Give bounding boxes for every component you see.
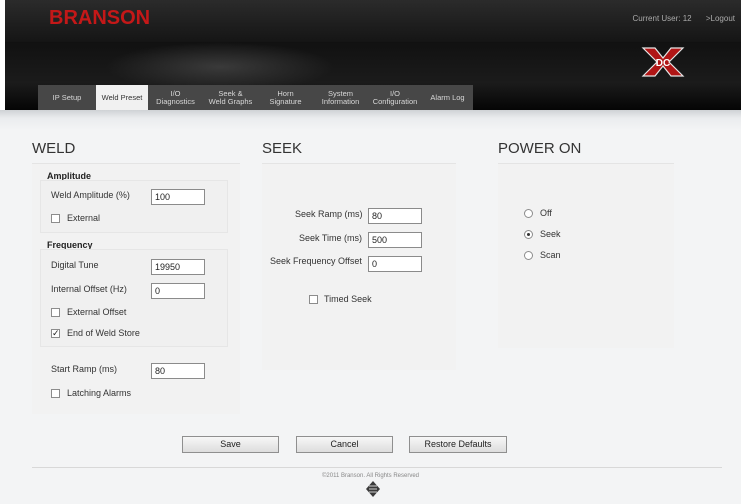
- tab-io-configuration[interactable]: I/O Configuration: [368, 85, 422, 110]
- end-of-weld-store-label: End of Weld Store: [67, 328, 140, 338]
- dc-x-logo-icon: DC: [641, 47, 685, 77]
- power-on-off-label: Off: [540, 208, 552, 218]
- timed-seek-checkbox[interactable]: [309, 295, 318, 304]
- seek-panel: [262, 164, 456, 370]
- digital-tune-input[interactable]: 19950: [151, 259, 205, 275]
- copyright-text: ©2011 Branson. All Rights Reserved: [321, 473, 420, 479]
- weld-amplitude-input[interactable]: 100: [151, 189, 205, 205]
- latching-alarms-label: Latching Alarms: [67, 388, 132, 398]
- external-checkbox[interactable]: [51, 214, 60, 223]
- tab-horn-signature[interactable]: Horn Signature: [258, 85, 313, 110]
- restore-defaults-button[interactable]: Restore Defaults: [409, 436, 507, 453]
- tab-io-diagnostics[interactable]: I/O Diagnostics: [148, 85, 203, 110]
- power-on-off-radio[interactable]: [524, 209, 533, 218]
- start-ramp-label: Start Ramp (ms): [51, 364, 118, 374]
- tab-system-information[interactable]: System Information: [313, 85, 368, 110]
- seek-frequency-offset-input[interactable]: 0: [368, 256, 422, 272]
- seek-frequency-offset-label: Seek Frequency Offset: [270, 256, 362, 266]
- external-label: External: [67, 213, 101, 223]
- current-user-label: Current User: 12: [632, 14, 692, 23]
- seek-title: SEEK: [262, 140, 303, 157]
- internal-offset-label: Internal Offset (Hz): [51, 284, 127, 294]
- logout-link[interactable]: >Logout: [706, 14, 735, 23]
- start-ramp-input[interactable]: 80: [151, 363, 205, 379]
- digital-tune-label: Digital Tune: [51, 260, 99, 270]
- weld-amplitude-label: Weld Amplitude (%): [51, 190, 130, 200]
- power-on-scan-label: Scan: [540, 250, 561, 260]
- power-on-scan-radio[interactable]: [524, 251, 533, 260]
- seek-ramp-label: Seek Ramp (ms): [295, 209, 363, 219]
- external-offset-label: External Offset: [67, 307, 127, 317]
- tab-seek-weld-graphs[interactable]: Seek & Weld Graphs: [203, 85, 258, 110]
- cancel-button[interactable]: Cancel: [296, 436, 393, 453]
- seek-time-input[interactable]: 500: [368, 232, 422, 248]
- amplitude-group: [40, 180, 228, 233]
- footer-divider: [32, 467, 722, 468]
- external-offset-checkbox[interactable]: [51, 308, 60, 317]
- seek-time-label: Seek Time (ms): [299, 233, 363, 243]
- weld-title: WELD: [32, 140, 76, 157]
- tab-alarm-log[interactable]: Alarm Log: [422, 85, 473, 110]
- tab-bar: IP Setup Weld Preset I/O Diagnostics See…: [38, 85, 473, 110]
- header-bar: BRANSON Current User: 12 >Logout: [5, 0, 741, 42]
- tab-ip-setup[interactable]: IP Setup: [38, 85, 96, 110]
- end-of-weld-store-checkbox[interactable]: ✓: [51, 329, 60, 338]
- svg-text:DC: DC: [656, 58, 670, 69]
- emerson-emblem-icon: [366, 481, 380, 497]
- timed-seek-label: Timed Seek: [324, 294, 372, 304]
- internal-offset-input[interactable]: 0: [151, 283, 205, 299]
- power-on-seek-label: Seek: [540, 229, 561, 239]
- tab-weld-preset[interactable]: Weld Preset: [96, 85, 148, 110]
- main-content: WELD Amplitude Weld Amplitude (%) 100 Ex…: [0, 110, 741, 504]
- power-on-title: POWER ON: [498, 140, 582, 157]
- save-button[interactable]: Save: [182, 436, 279, 453]
- power-on-seek-radio[interactable]: [524, 230, 533, 239]
- branson-logo: BRANSON: [49, 7, 151, 29]
- user-bar: Current User: 12 >Logout: [620, 14, 735, 23]
- latching-alarms-checkbox[interactable]: [51, 389, 60, 398]
- seek-ramp-input[interactable]: 80: [368, 208, 422, 224]
